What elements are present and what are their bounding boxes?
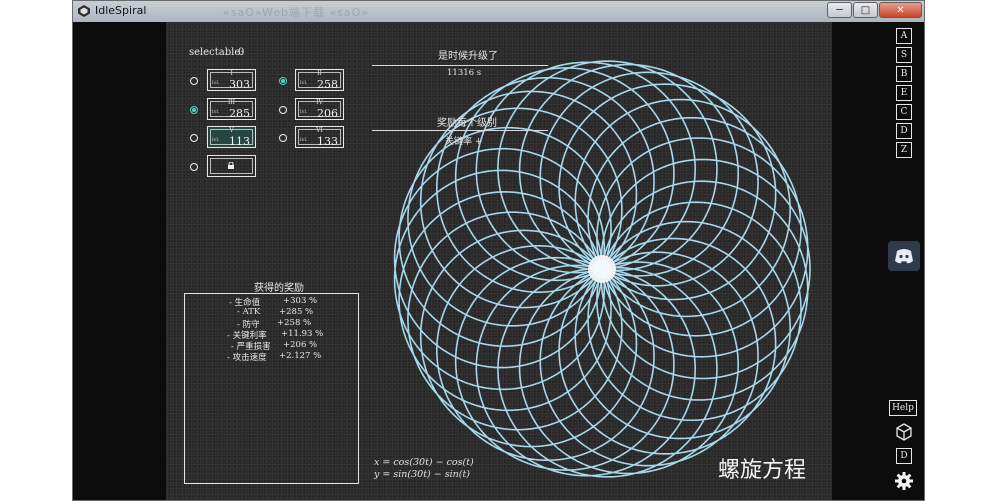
upgrade-header: 是时候升级了 bbox=[438, 51, 498, 62]
slot-1[interactable]: I lvl. 303 bbox=[207, 69, 256, 91]
formula-x: x = cos(30t) − cos(t) bbox=[374, 457, 474, 468]
slot-roman: I bbox=[230, 70, 233, 77]
slot-6[interactable]: VI lvl. 133 bbox=[295, 126, 344, 148]
slot-5[interactable]: V lvl. 113 bbox=[207, 126, 256, 148]
side-button-a[interactable]: A bbox=[896, 28, 912, 44]
slot-level-value: 206 bbox=[317, 107, 338, 120]
side-button-z[interactable]: Z bbox=[896, 142, 912, 158]
formula-y: y = sin(30t) − sin(t) bbox=[374, 469, 470, 480]
rewards-title: 获得的奖励 bbox=[254, 283, 304, 294]
main-panel: selectable: 0 I lvl. 303 II lvl. 258 III… bbox=[166, 22, 832, 500]
slot-roman: V bbox=[229, 127, 234, 134]
upgrade-divider-2 bbox=[372, 130, 548, 131]
side-button-d[interactable]: D bbox=[896, 123, 912, 139]
minimize-button[interactable]: ─ bbox=[827, 2, 852, 18]
lock-icon bbox=[228, 162, 234, 169]
maximize-button[interactable]: □ bbox=[853, 2, 878, 18]
spiral-title: 螺旋方程 bbox=[718, 458, 807, 483]
game-area: selectable: 0 I lvl. 303 II lvl. 258 III… bbox=[73, 22, 924, 500]
gear-icon[interactable] bbox=[894, 471, 914, 491]
slot-3[interactable]: III lvl. 285 bbox=[207, 98, 256, 120]
slot-level-value: 113 bbox=[229, 135, 250, 148]
slot-roman: VI bbox=[316, 127, 323, 134]
upgrade-time: 11316 s bbox=[447, 68, 482, 78]
reward-per-level-header: 奖励每个级别 bbox=[437, 118, 497, 129]
reward-value: +2.127 % bbox=[279, 351, 322, 361]
slot-radio-5[interactable] bbox=[190, 134, 198, 142]
discord-button[interactable] bbox=[888, 241, 920, 271]
slot-roman: III bbox=[227, 99, 236, 106]
reward-value: +11.93 % bbox=[281, 329, 324, 339]
slot-radio-3[interactable] bbox=[190, 106, 198, 114]
slot-level-value: 133 bbox=[317, 135, 338, 148]
slot-radio-6[interactable] bbox=[279, 134, 287, 142]
unity-app-icon bbox=[78, 5, 90, 17]
discord-icon bbox=[895, 249, 913, 264]
side-button-b[interactable]: B bbox=[896, 66, 912, 82]
slot-lvl-label: lvl. bbox=[212, 137, 220, 143]
d-button[interactable]: D bbox=[896, 448, 912, 464]
reward-value: +303 % bbox=[283, 296, 318, 306]
slot-radio-7[interactable] bbox=[190, 163, 198, 171]
window-title: IdleSpiral bbox=[95, 4, 147, 17]
spiral-center-glow bbox=[588, 255, 616, 283]
slot-level-value: 303 bbox=[229, 78, 250, 91]
cube-icon[interactable] bbox=[894, 422, 914, 442]
slot-roman: II bbox=[317, 70, 322, 77]
side-button-e[interactable]: E bbox=[896, 85, 912, 101]
reward-name: - ATK bbox=[237, 307, 261, 317]
reward-per-level-item: 关键率 + bbox=[445, 137, 483, 147]
slot-radio-1[interactable] bbox=[190, 77, 198, 85]
slot-lvl-label: lvl. bbox=[300, 80, 308, 86]
side-button-s[interactable]: S bbox=[896, 47, 912, 63]
reward-name: - 攻击速度 bbox=[227, 353, 267, 363]
background-ghost-text: «saO»Web端下载 «saO» bbox=[223, 6, 370, 19]
slot-2[interactable]: II lvl. 258 bbox=[295, 69, 344, 91]
slot-radio-4[interactable] bbox=[279, 106, 287, 114]
upgrade-divider-1 bbox=[372, 65, 548, 66]
slot-lvl-label: lvl. bbox=[300, 137, 308, 143]
title-bar[interactable]: IdleSpiral «saO»Web端下载 «saO» ─ □ ✕ bbox=[73, 1, 924, 23]
selectable-value: 0 bbox=[238, 47, 245, 58]
slot-roman: IV bbox=[316, 99, 323, 106]
rewards-box bbox=[184, 293, 359, 484]
slot-4[interactable]: IV lvl. 206 bbox=[295, 98, 344, 120]
left-black-bar bbox=[73, 22, 166, 500]
slot-lvl-label: lvl. bbox=[212, 80, 220, 86]
slot-lvl-label: lvl. bbox=[212, 109, 220, 115]
reward-value: +206 % bbox=[283, 340, 318, 350]
slot-level-value: 285 bbox=[229, 107, 250, 120]
close-button[interactable]: ✕ bbox=[879, 2, 922, 18]
reward-value: +258 % bbox=[277, 318, 312, 328]
slot-level-value: 258 bbox=[317, 78, 338, 91]
selectable-label: selectable: bbox=[189, 47, 244, 58]
game-window: IdleSpiral «saO»Web端下载 «saO» ─ □ ✕ selec… bbox=[72, 0, 925, 501]
help-button[interactable]: Help bbox=[889, 400, 917, 416]
side-button-c[interactable]: C bbox=[896, 104, 912, 120]
reward-value: +285 % bbox=[279, 307, 314, 317]
slot-radio-2[interactable] bbox=[279, 77, 287, 85]
locked-slot[interactable] bbox=[207, 155, 256, 177]
slot-lvl-label: lvl. bbox=[300, 109, 308, 115]
